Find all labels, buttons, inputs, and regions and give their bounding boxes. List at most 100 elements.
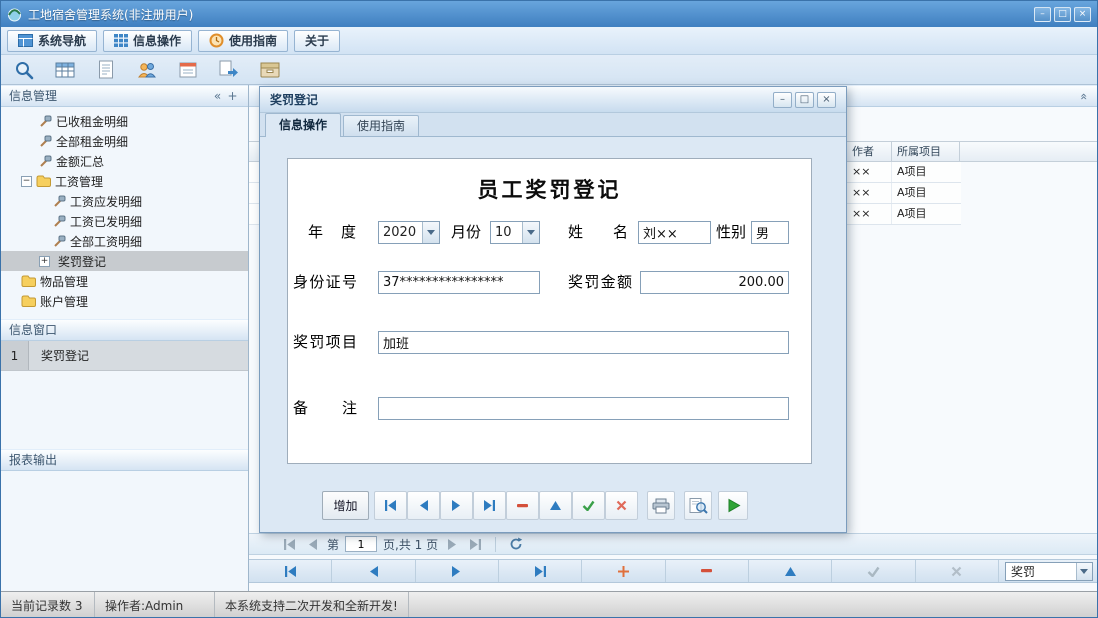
grid-column-author[interactable]: 作者 — [846, 142, 891, 162]
tree-item[interactable]: 工资应发明细 — [1, 191, 248, 211]
form-title: 员工奖罚登记 — [288, 174, 811, 204]
record-type-combo[interactable]: 奖罚 — [1005, 562, 1093, 581]
folder-icon — [36, 175, 51, 187]
pager-refresh-button[interactable] — [507, 536, 524, 552]
tab-about[interactable]: 关于 — [294, 30, 340, 52]
x-icon — [616, 500, 627, 511]
dialog-close-button[interactable]: × — [817, 92, 836, 108]
combo-dropdown-button[interactable] — [422, 222, 439, 243]
pager-page-input[interactable] — [345, 536, 377, 552]
collapse-up-icon[interactable] — [1076, 89, 1091, 104]
id-number-input[interactable] — [378, 271, 540, 294]
amount-label: 奖罚金额 — [568, 271, 632, 294]
run-button[interactable] — [718, 491, 748, 520]
item-input[interactable] — [378, 331, 789, 354]
next-record-icon — [450, 566, 463, 577]
nav-first-button[interactable] — [249, 560, 332, 582]
grid-cell-author: ×× — [846, 204, 891, 224]
cancel-button[interactable] — [605, 491, 638, 520]
minus-icon — [701, 569, 712, 573]
next-page-icon — [446, 539, 459, 550]
tree-item-selected-reward[interactable]: 奖罚登记 — [1, 251, 248, 271]
nav-confirm-button[interactable] — [832, 560, 915, 582]
window-list-item[interactable]: 1 奖罚登记 — [1, 341, 248, 371]
play-icon — [726, 498, 741, 513]
tree-item[interactable]: 金额汇总 — [1, 151, 248, 171]
amount-input[interactable] — [640, 271, 789, 294]
nav-delete-button[interactable] — [666, 560, 749, 582]
collapse-expander-icon[interactable] — [21, 176, 32, 187]
nav-cancel-button[interactable] — [916, 560, 999, 582]
table-tool-button[interactable] — [52, 57, 78, 82]
first-record-button[interactable] — [374, 491, 407, 520]
plus-icon — [618, 566, 629, 577]
maximize-button[interactable]: □ — [1054, 7, 1071, 22]
dialog-tab-user-guide[interactable]: 使用指南 — [343, 115, 419, 136]
search-tool-button[interactable] — [11, 57, 37, 82]
pager-first-button[interactable] — [281, 536, 298, 552]
collapse-panel-icon[interactable] — [210, 89, 225, 104]
dialog-maximize-button[interactable]: □ — [795, 92, 814, 108]
month-label: 月份 — [451, 221, 481, 244]
tree-item[interactable]: 已收租金明细 — [1, 111, 248, 131]
document-icon — [98, 60, 114, 79]
last-record-button[interactable] — [473, 491, 506, 520]
delete-record-button[interactable] — [506, 491, 539, 520]
dialog-minimize-button[interactable]: – — [773, 92, 792, 108]
print-button[interactable] — [647, 491, 675, 520]
users-tool-button[interactable] — [134, 57, 160, 82]
form-card-tool-button[interactable] — [175, 57, 201, 82]
archive-tool-button[interactable] — [257, 57, 283, 82]
expand-expander-icon[interactable] — [39, 256, 50, 267]
nav-prev-button[interactable] — [332, 560, 415, 582]
dialog-title: 奖罚登记 — [270, 91, 318, 108]
name-input[interactable] — [638, 221, 711, 244]
tree-folder-salary[interactable]: 工资管理 — [1, 171, 248, 191]
nav-edit-button[interactable] — [749, 560, 832, 582]
add-panel-icon[interactable] — [225, 89, 240, 104]
archive-box-icon — [260, 62, 280, 78]
pager-prev-button[interactable] — [304, 536, 321, 552]
tool-icon — [53, 235, 66, 248]
tab-info-operations[interactable]: 信息操作 — [103, 30, 192, 52]
tree-item[interactable]: 工资已发明细 — [1, 211, 248, 231]
tool-icon — [53, 195, 66, 208]
preview-button[interactable] — [684, 491, 712, 520]
tree-folder-items[interactable]: 物品管理 — [1, 271, 248, 291]
prev-record-button[interactable] — [407, 491, 440, 520]
grid-column-project[interactable]: 所属项目 — [891, 142, 959, 162]
month-select[interactable]: 10 — [490, 221, 540, 244]
remark-input[interactable] — [378, 397, 789, 420]
add-button[interactable]: 增加 — [322, 491, 369, 520]
nav-last-button[interactable] — [499, 560, 582, 582]
minimize-button[interactable]: – — [1034, 7, 1051, 22]
dialog-tab-info-operations[interactable]: 信息操作 — [265, 113, 341, 137]
next-record-button[interactable] — [440, 491, 473, 520]
nav-next-button[interactable] — [416, 560, 499, 582]
tree-item-label: 账户管理 — [40, 293, 88, 310]
tab-user-guide[interactable]: 使用指南 — [198, 30, 288, 52]
pager-next-button[interactable] — [444, 536, 461, 552]
year-select[interactable]: 2020 — [378, 221, 440, 244]
pager-last-button[interactable] — [467, 536, 484, 552]
search-icon — [14, 60, 34, 80]
grid-cell-author: ×× — [846, 183, 891, 203]
edit-record-button[interactable] — [539, 491, 572, 520]
dialog-title-bar[interactable]: 奖罚登记 – □ × — [260, 87, 846, 113]
tree-item[interactable]: 全部租金明细 — [1, 131, 248, 151]
export-tool-button[interactable] — [216, 57, 242, 82]
id-label: 身份证号 — [293, 271, 357, 294]
combo-dropdown-button[interactable] — [1076, 563, 1092, 580]
tree-folder-accounts[interactable]: 账户管理 — [1, 291, 248, 311]
nav-add-button[interactable] — [582, 560, 665, 582]
tree-item[interactable]: 全部工资明细 — [1, 231, 248, 251]
combo-dropdown-button[interactable] — [522, 222, 539, 243]
close-button[interactable]: × — [1074, 7, 1091, 22]
document-tool-button[interactable] — [93, 57, 119, 82]
tab-system-navigation[interactable]: 系统导航 — [7, 30, 97, 52]
confirm-button[interactable] — [572, 491, 605, 520]
month-value: 10 — [491, 225, 522, 240]
pager-bar: 第 页,共 1 页 — [249, 533, 1098, 555]
report-panel-header: 报表输出 — [1, 449, 248, 471]
gender-input[interactable] — [751, 221, 789, 244]
